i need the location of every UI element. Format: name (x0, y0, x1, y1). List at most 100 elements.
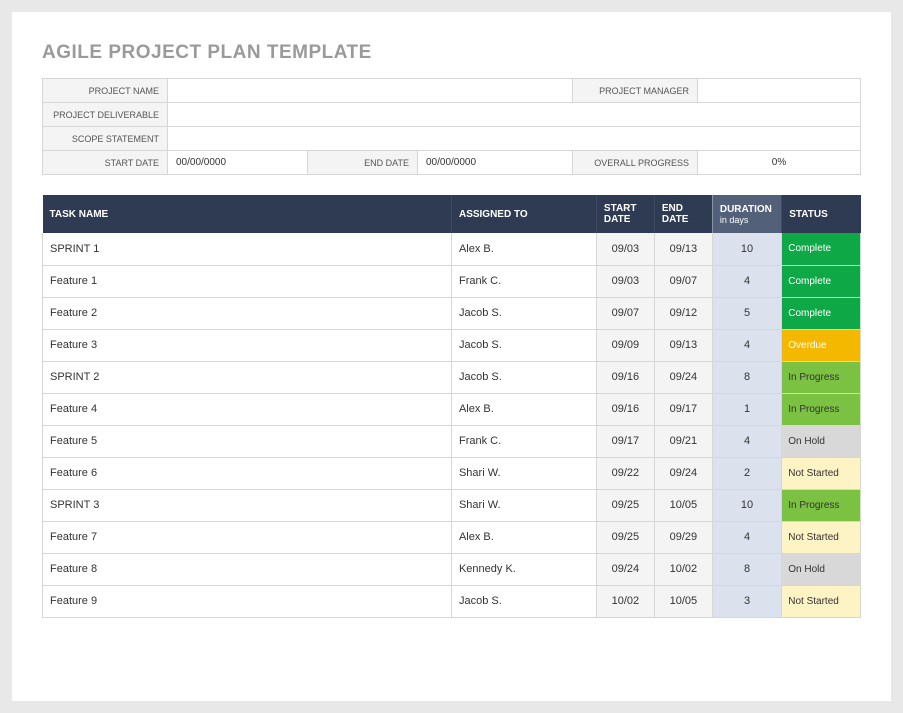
assigned-cell[interactable]: Alex B. (451, 393, 596, 425)
status-cell[interactable]: Complete (782, 265, 861, 297)
assigned-cell[interactable]: Jacob S. (451, 297, 596, 329)
task-name-cell[interactable]: SPRINT 3 (43, 489, 452, 521)
table-row: Feature 3Jacob S.09/0909/134Overdue (43, 329, 861, 361)
end-date-cell[interactable]: 10/05 (654, 489, 712, 521)
status-cell[interactable]: On Hold (782, 553, 861, 585)
status-cell[interactable]: In Progress (782, 393, 861, 425)
page: AGILE PROJECT PLAN TEMPLATE PROJECT NAME… (12, 12, 891, 701)
project-manager-value[interactable] (698, 79, 861, 103)
duration-cell: 10 (712, 233, 781, 265)
table-row: SPRINT 2Jacob S.09/1609/248In Progress (43, 361, 861, 393)
start-date-cell[interactable]: 09/07 (596, 297, 654, 329)
status-cell[interactable]: On Hold (782, 425, 861, 457)
table-row: SPRINT 3Shari W.09/2510/0510In Progress (43, 489, 861, 521)
col-start: START DATE (596, 195, 654, 233)
assigned-cell[interactable]: Frank C. (451, 425, 596, 457)
assigned-cell[interactable]: Alex B. (451, 233, 596, 265)
start-date-label: START DATE (43, 151, 168, 175)
task-name-cell[interactable]: Feature 9 (43, 585, 452, 617)
project-name-value[interactable] (168, 79, 573, 103)
duration-cell: 4 (712, 265, 781, 297)
status-cell[interactable]: In Progress (782, 489, 861, 521)
task-name-cell[interactable]: Feature 4 (43, 393, 452, 425)
project-manager-label: PROJECT MANAGER (573, 79, 698, 103)
assigned-cell[interactable]: Alex B. (451, 521, 596, 553)
task-name-cell[interactable]: Feature 8 (43, 553, 452, 585)
start-date-cell[interactable]: 09/24 (596, 553, 654, 585)
status-cell[interactable]: Complete (782, 233, 861, 265)
table-row: Feature 5Frank C.09/1709/214On Hold (43, 425, 861, 457)
end-date-label: END DATE (308, 151, 418, 175)
col-end: END DATE (654, 195, 712, 233)
status-cell[interactable]: In Progress (782, 361, 861, 393)
status-cell[interactable]: Not Started (782, 521, 861, 553)
progress-label: OVERALL PROGRESS (573, 151, 698, 175)
start-date-cell[interactable]: 09/22 (596, 457, 654, 489)
end-date-cell[interactable]: 10/05 (654, 585, 712, 617)
start-date-value[interactable]: 00/00/0000 (168, 151, 308, 175)
start-date-cell[interactable]: 09/16 (596, 393, 654, 425)
end-date-cell[interactable]: 09/17 (654, 393, 712, 425)
assigned-cell[interactable]: Jacob S. (451, 329, 596, 361)
table-row: Feature 4Alex B.09/1609/171In Progress (43, 393, 861, 425)
start-date-cell[interactable]: 09/16 (596, 361, 654, 393)
deliverable-value[interactable] (168, 103, 861, 127)
end-date-cell[interactable]: 09/13 (654, 329, 712, 361)
assigned-cell[interactable]: Frank C. (451, 265, 596, 297)
start-date-cell[interactable]: 09/25 (596, 489, 654, 521)
task-name-cell[interactable]: Feature 7 (43, 521, 452, 553)
end-date-value[interactable]: 00/00/0000 (418, 151, 573, 175)
duration-cell: 8 (712, 361, 781, 393)
start-date-cell[interactable]: 10/02 (596, 585, 654, 617)
assigned-cell[interactable]: Shari W. (451, 489, 596, 521)
scope-label: SCOPE STATEMENT (43, 127, 168, 151)
task-name-cell[interactable]: SPRINT 2 (43, 361, 452, 393)
table-row: Feature 9Jacob S.10/0210/053Not Started (43, 585, 861, 617)
status-cell[interactable]: Not Started (782, 585, 861, 617)
task-name-cell[interactable]: Feature 6 (43, 457, 452, 489)
table-row: Feature 1Frank C.09/0309/074Complete (43, 265, 861, 297)
table-row: SPRINT 1Alex B.09/0309/1310Complete (43, 233, 861, 265)
start-date-cell[interactable]: 09/17 (596, 425, 654, 457)
duration-cell: 1 (712, 393, 781, 425)
end-date-cell[interactable]: 09/12 (654, 297, 712, 329)
duration-cell: 2 (712, 457, 781, 489)
end-date-cell[interactable]: 09/29 (654, 521, 712, 553)
duration-cell: 8 (712, 553, 781, 585)
page-title: AGILE PROJECT PLAN TEMPLATE (42, 42, 861, 64)
task-name-cell[interactable]: Feature 2 (43, 297, 452, 329)
end-date-cell[interactable]: 09/07 (654, 265, 712, 297)
start-date-cell[interactable]: 09/03 (596, 233, 654, 265)
table-row: Feature 6Shari W.09/2209/242Not Started (43, 457, 861, 489)
status-cell[interactable]: Complete (782, 297, 861, 329)
task-name-cell[interactable]: Feature 3 (43, 329, 452, 361)
assigned-cell[interactable]: Jacob S. (451, 585, 596, 617)
end-date-cell[interactable]: 09/24 (654, 457, 712, 489)
task-name-cell[interactable]: Feature 5 (43, 425, 452, 457)
end-date-cell[interactable]: 10/02 (654, 553, 712, 585)
scope-value[interactable] (168, 127, 861, 151)
project-name-label: PROJECT NAME (43, 79, 168, 103)
end-date-cell[interactable]: 09/24 (654, 361, 712, 393)
task-name-cell[interactable]: Feature 1 (43, 265, 452, 297)
assigned-cell[interactable]: Shari W. (451, 457, 596, 489)
duration-cell: 10 (712, 489, 781, 521)
task-name-cell[interactable]: SPRINT 1 (43, 233, 452, 265)
start-date-cell[interactable]: 09/25 (596, 521, 654, 553)
duration-cell: 4 (712, 521, 781, 553)
col-status: STATUS (782, 195, 861, 233)
status-cell[interactable]: Not Started (782, 457, 861, 489)
table-row: Feature 8Kennedy K.09/2410/028On Hold (43, 553, 861, 585)
start-date-cell[interactable]: 09/03 (596, 265, 654, 297)
task-table: TASK NAME ASSIGNED TO START DATE END DAT… (42, 195, 861, 618)
meta-table: PROJECT NAME PROJECT MANAGER PROJECT DEL… (42, 78, 861, 175)
assigned-cell[interactable]: Jacob S. (451, 361, 596, 393)
table-row: Feature 7Alex B.09/2509/294Not Started (43, 521, 861, 553)
end-date-cell[interactable]: 09/21 (654, 425, 712, 457)
assigned-cell[interactable]: Kennedy K. (451, 553, 596, 585)
status-cell[interactable]: Overdue (782, 329, 861, 361)
col-assigned: ASSIGNED TO (451, 195, 596, 233)
start-date-cell[interactable]: 09/09 (596, 329, 654, 361)
col-duration: DURATIONin days (712, 195, 781, 233)
end-date-cell[interactable]: 09/13 (654, 233, 712, 265)
